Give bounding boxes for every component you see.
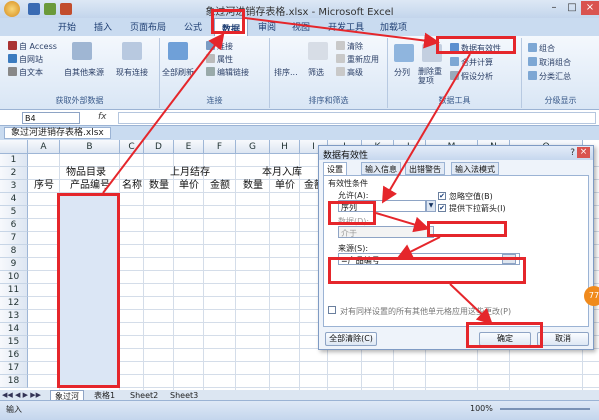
arrow-column-to-tab	[102, 32, 225, 194]
arrow-tab-to-validation	[244, 17, 440, 49]
annotation-arrows	[102, 17, 493, 325]
arrow-source-to-ok	[449, 283, 493, 325]
arrow-dropdown-to-source	[396, 236, 441, 259]
arrow-validation-to-dialog	[381, 53, 471, 204]
arrow-allow-to-dropdown	[375, 212, 430, 233]
